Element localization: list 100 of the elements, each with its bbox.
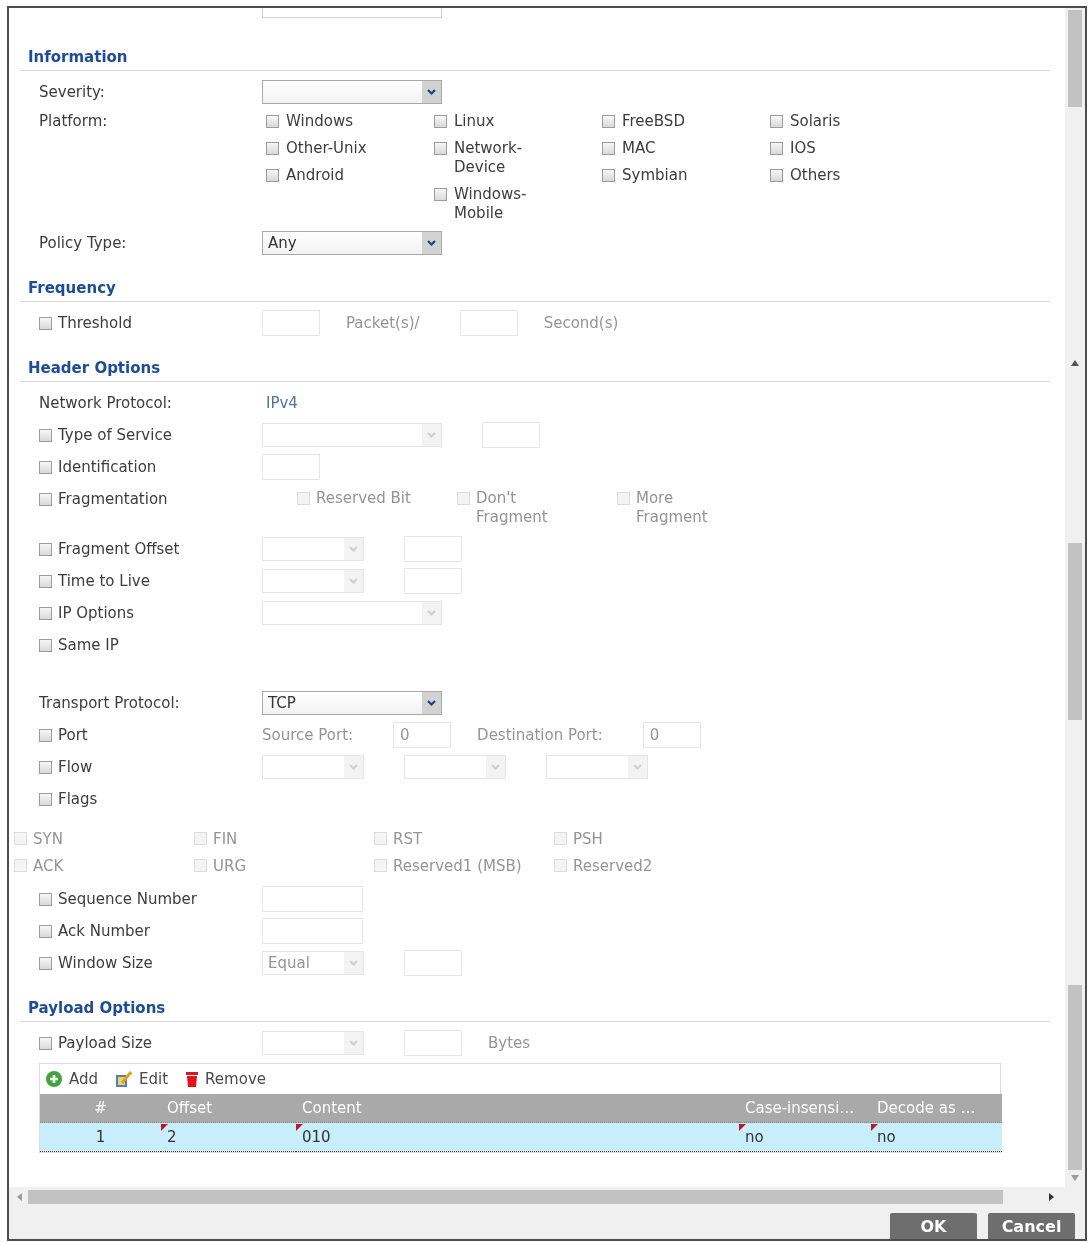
field-label: Packet(s)/ <box>346 314 420 332</box>
checkbox[interactable] <box>39 316 52 330</box>
arrow-up-icon[interactable] <box>1071 360 1079 366</box>
section-title: Payload Options <box>28 999 166 1017</box>
checkbox[interactable] <box>39 492 52 506</box>
checkbox[interactable] <box>266 115 279 128</box>
checkbox[interactable] <box>39 542 52 556</box>
checkbox-label: Fragment Offset <box>58 540 180 558</box>
checkbox[interactable] <box>434 115 447 128</box>
column-header: # <box>40 1094 161 1123</box>
checkbox-label: Linux <box>454 112 495 131</box>
checkbox-label: Same IP <box>58 636 119 654</box>
field-label: Source Port: <box>262 726 354 744</box>
chevron-down-icon <box>344 1032 363 1054</box>
checkbox-label: Type of Service <box>58 426 172 444</box>
checkbox-label: Other-Unix <box>286 139 367 158</box>
input-field[interactable] <box>262 8 442 18</box>
scrollbar-thumb[interactable] <box>1068 543 1082 720</box>
chevron-down-icon <box>486 756 505 778</box>
checkbox-label: Solaris <box>790 112 841 131</box>
checkbox-label: Don't Fragment <box>476 489 549 527</box>
checkbox-label: ACK <box>33 856 64 875</box>
scrollbar-thumb[interactable] <box>28 1190 1003 1204</box>
field-label: Severity: <box>39 82 106 103</box>
checkbox[interactable] <box>602 169 615 182</box>
checkbox-label: Ack Number <box>58 922 150 940</box>
checkbox[interactable] <box>39 892 52 906</box>
checkbox-label: Others <box>790 166 841 185</box>
checkbox[interactable] <box>39 606 52 620</box>
checkbox-label: Android <box>286 166 344 185</box>
arrow-down-icon[interactable] <box>1071 1175 1079 1181</box>
arrow-left-icon[interactable] <box>17 1193 22 1201</box>
chevron-down-icon <box>422 424 441 446</box>
dropdown[interactable] <box>262 80 442 104</box>
checkbox[interactable] <box>770 169 783 182</box>
checkbox-label: URG <box>213 856 247 875</box>
checkbox-label: Port <box>58 726 88 744</box>
checkbox-label: Flags <box>58 790 98 808</box>
checkbox-label: Sequence Number <box>58 890 197 908</box>
checkbox[interactable] <box>266 169 279 182</box>
dialog-button[interactable]: OK <box>890 1213 977 1239</box>
scrollbar-thumb[interactable] <box>1068 985 1082 1170</box>
checkbox-label: Reserved Bit <box>316 489 411 508</box>
table-cell: no <box>877 1128 896 1146</box>
checkbox[interactable] <box>39 924 52 938</box>
column-header: Decode as … <box>871 1094 1002 1123</box>
chevron-down-icon <box>422 692 441 714</box>
checkbox[interactable] <box>39 728 52 742</box>
field-label: Platform: <box>39 111 109 132</box>
checkbox-label: Symbian <box>622 166 688 185</box>
checkbox[interactable] <box>770 115 783 128</box>
dialog-button[interactable]: Cancel <box>988 1213 1075 1239</box>
checkbox-label: Fragmentation <box>58 490 168 508</box>
field-value: IPv4 <box>265 393 298 414</box>
checkbox[interactable] <box>39 460 52 474</box>
remove-button[interactable]: Remove <box>186 1070 266 1088</box>
column-header: Content <box>296 1094 739 1123</box>
trash-icon <box>186 1071 199 1087</box>
field-label: Network Protocol: <box>39 393 173 414</box>
checkbox[interactable] <box>434 188 447 201</box>
checkbox[interactable] <box>602 115 615 128</box>
section-title: Header Options <box>28 359 161 377</box>
checkbox[interactable] <box>434 142 447 155</box>
checkbox[interactable] <box>602 142 615 155</box>
checkbox[interactable] <box>39 792 52 806</box>
table-cell: 1 <box>95 1128 106 1146</box>
table-cell: 010 <box>302 1128 331 1146</box>
add-button[interactable]: Add <box>46 1070 99 1088</box>
checkbox-label: More Fragment <box>636 489 709 527</box>
checkbox[interactable] <box>266 142 279 155</box>
chevron-down-icon <box>344 538 363 560</box>
chevron-down-icon <box>422 232 441 254</box>
checkbox-label: Windows-Mobile <box>454 185 528 223</box>
table-row[interactable]: 1 2 010 no no <box>40 1122 1002 1152</box>
checkbox[interactable] <box>39 428 52 442</box>
arrow-right-icon[interactable] <box>1049 1193 1054 1201</box>
checkbox[interactable] <box>39 638 52 652</box>
checkbox[interactable] <box>39 574 52 588</box>
checkbox-label: Windows <box>286 112 353 131</box>
chevron-down-icon <box>344 756 363 778</box>
checkbox[interactable] <box>39 1036 52 1050</box>
checkbox-label: Network-Device <box>454 139 524 177</box>
column-header: Offset <box>161 1094 296 1123</box>
checkbox-label: IOS <box>790 139 816 158</box>
table-cell: 2 <box>167 1128 177 1146</box>
section-title: Information <box>28 48 128 66</box>
column-header: Case-insensi… <box>739 1094 871 1123</box>
dropdown[interactable]: TCP <box>262 691 442 715</box>
checkbox[interactable] <box>39 760 52 774</box>
checkbox-label: Payload Size <box>58 1034 153 1052</box>
chevron-down-icon <box>422 602 441 624</box>
checkbox-label: FIN <box>213 829 238 848</box>
checkbox-label: IP Options <box>58 604 135 622</box>
checkbox[interactable] <box>770 142 783 155</box>
chevron-down-icon <box>422 81 441 103</box>
checkbox-label: Identification <box>58 458 157 476</box>
scrollbar-thumb[interactable] <box>1068 10 1082 107</box>
edit-button[interactable]: Edit <box>116 1070 169 1088</box>
checkbox[interactable] <box>39 956 52 970</box>
dropdown[interactable]: Any <box>262 231 442 255</box>
